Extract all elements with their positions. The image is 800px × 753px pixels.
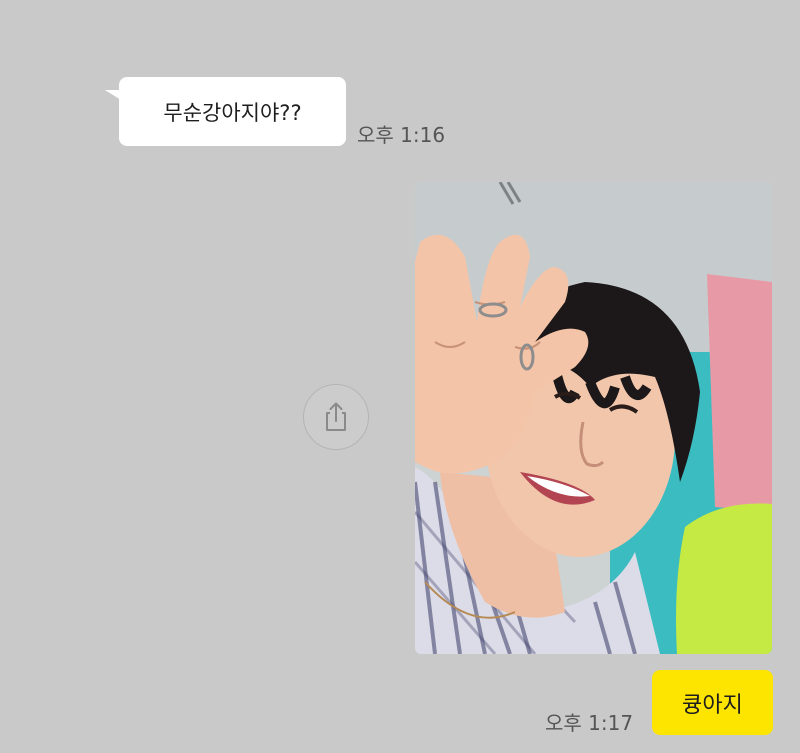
message-bubble-outgoing[interactable]: 큥아지 [652,670,773,735]
share-button[interactable] [303,384,369,450]
message-text: 무순강아지야?? [163,100,302,125]
share-icon [326,402,346,431]
message-timestamp: 오후 1:17 [545,711,634,735]
photo-image [415,182,772,654]
message-text: 큥아지 [682,692,743,718]
message-timestamp: 오후 1:16 [357,123,446,147]
message-bubble-incoming[interactable]: 무순강아지야?? [119,77,346,146]
photo-message[interactable] [415,182,772,654]
